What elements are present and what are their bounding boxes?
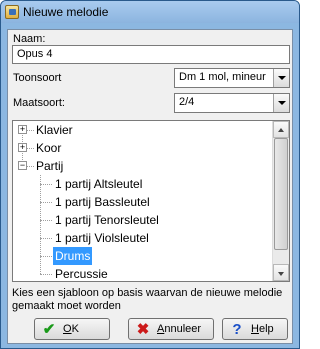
ok-button[interactable]: ✔ OK xyxy=(34,318,110,340)
chevron-down-icon[interactable] xyxy=(273,69,289,87)
tree-item-drums[interactable]: Drums xyxy=(13,247,271,265)
tree-item-altsleutel[interactable]: 1 partij Altsleutel xyxy=(13,175,271,193)
tree-item-klavier[interactable]: + Klavier xyxy=(13,121,271,139)
hint-text: Kies een sjabloon op basis waarvan de ni… xyxy=(12,287,283,312)
expand-icon[interactable]: + xyxy=(18,125,27,134)
window-title: Nieuwe melodie xyxy=(23,5,109,19)
tree-scrollbar[interactable] xyxy=(272,121,289,281)
scroll-down-icon[interactable] xyxy=(273,264,289,281)
tree-item-violsleutel[interactable]: 1 partij Violsleutel xyxy=(13,229,271,247)
tree-item-label: Percussie xyxy=(55,267,108,281)
tree-item-percussie[interactable]: Percussie xyxy=(13,265,271,281)
help-button[interactable]: ? Help xyxy=(222,318,288,340)
tree-item-koor[interactable]: + Koor xyxy=(13,139,271,157)
tree-item-partij[interactable]: − Partij xyxy=(13,157,271,175)
question-mark-icon: ? xyxy=(232,321,242,338)
meter-label: Maatsoort: xyxy=(13,97,65,109)
checkmark-icon: ✔ xyxy=(42,321,56,338)
cancel-button[interactable]: ✖ Annuleer xyxy=(128,318,214,340)
title-bar[interactable]: Nieuwe melodie xyxy=(1,1,299,23)
meter-select[interactable]: 2/4 xyxy=(174,93,290,113)
name-label: Naam: xyxy=(13,33,46,45)
scroll-up-icon[interactable] xyxy=(273,121,289,138)
meter-select-value: 2/4 xyxy=(179,96,195,108)
expand-icon[interactable]: + xyxy=(18,143,27,152)
tree-item-label: 1 partij Violsleutel xyxy=(55,231,149,245)
tree-item-label: Koor xyxy=(36,141,62,155)
help-button-label: Help xyxy=(251,323,274,335)
tree-item-label: 1 partij Tenorsleutel xyxy=(55,213,159,227)
tree-item-label: Partij xyxy=(36,159,64,173)
tree-item-label: 1 partij Bassleutel xyxy=(55,195,150,209)
cancel-button-label: Annuleer xyxy=(157,323,202,335)
scroll-thumb[interactable] xyxy=(274,138,288,250)
collapse-icon[interactable]: − xyxy=(18,161,27,170)
name-input[interactable]: Opus 4 xyxy=(12,45,290,64)
dialog-body: Naam: Opus 4 Toonsoort Dm 1 mol, mineur … xyxy=(7,29,293,344)
tree-item-label-selected: Drums xyxy=(53,247,93,265)
ok-button-label: OK xyxy=(63,323,79,335)
app-icon xyxy=(5,5,19,19)
dialog-window: Nieuwe melodie Naam: Opus 4 Toonsoort Dm… xyxy=(0,0,300,349)
key-select-value: Dm 1 mol, mineur xyxy=(179,71,266,83)
template-tree[interactable]: + Klavier + Koor − Partij 1 partij Altsl… xyxy=(12,120,290,282)
chevron-down-icon[interactable] xyxy=(273,94,289,112)
cross-icon: ✖ xyxy=(136,321,150,338)
tree-item-label: Klavier xyxy=(36,123,73,137)
key-select[interactable]: Dm 1 mol, mineur xyxy=(174,68,290,88)
tree-item-label: 1 partij Altsleutel xyxy=(55,177,143,191)
tree-item-tenorsleutel[interactable]: 1 partij Tenorsleutel xyxy=(13,211,271,229)
tree-item-bassleutel[interactable]: 1 partij Bassleutel xyxy=(13,193,271,211)
key-label: Toonsoort xyxy=(13,72,62,84)
